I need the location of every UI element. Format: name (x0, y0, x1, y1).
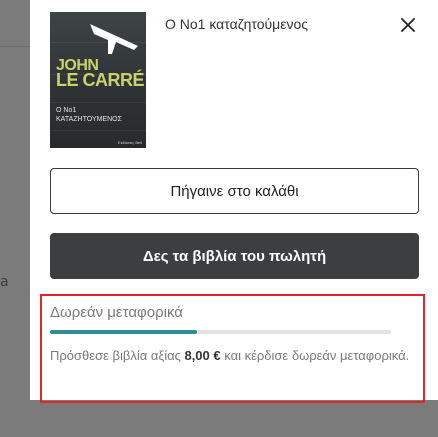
airplane-icon (90, 24, 138, 54)
go-to-cart-button[interactable]: Πήγαινε στο καλάθι (50, 168, 419, 214)
close-button[interactable] (398, 15, 418, 35)
cover-title: Ο Νο1 ΚΑΤΑΖΗΤΟΥΜΕΝΟΣ (56, 106, 122, 124)
seller-books-button[interactable]: Δες τα βιβλία του πωλητή (50, 233, 419, 279)
screen: a JOHN LE CARRÉ Ο Νο1 ΚΑΤΑΖΗΤΟΥΜΕΝΟΣ Εκδ… (0, 0, 438, 437)
cover-author-last: LE CARRÉ (56, 70, 145, 90)
message-prefix: Πρόσθεσε βιβλία αξίας (50, 348, 185, 363)
backdrop-text: a (0, 274, 9, 290)
backdrop-divider (0, 46, 30, 47)
remaining-amount: 8,00 € (184, 348, 221, 363)
cover-title-line2: ΚΑΤΑΖΗΤΟΥΜΕΝΟΣ (56, 116, 122, 123)
free-shipping-message: Πρόσθεσε βιβλία αξίας 8,00 € και κέρδισε… (50, 345, 415, 366)
close-icon (401, 18, 415, 32)
free-shipping-progress-fill (50, 330, 197, 334)
cover-author: JOHN LE CARRÉ (56, 58, 145, 90)
free-shipping-box: Δωρεάν μεταφορικά Πρόσθεσε βιβλία αξίας … (40, 294, 425, 403)
page-backdrop-bottom[interactable] (0, 400, 438, 437)
free-shipping-progress (50, 330, 391, 334)
cover-title-line1: Ο Νο1 (56, 107, 77, 114)
cart-drawer: JOHN LE CARRÉ Ο Νο1 ΚΑΤΑΖΗΤΟΥΜΕΝΟΣ Εκδόσ… (30, 0, 438, 403)
book-cover-image: JOHN LE CARRÉ Ο Νο1 ΚΑΤΑΖΗΤΟΥΜΕΝΟΣ Εκδόσ… (50, 12, 146, 148)
message-suffix: και κέρδισε δωρεάν μεταφορικά. (220, 348, 410, 363)
product-title: Ο Νο1 καταζητούμενος (165, 16, 309, 32)
page-backdrop[interactable]: a (0, 0, 30, 437)
cover-publisher: Εκδόσεις Bell (118, 140, 142, 145)
free-shipping-title: Δωρεάν μεταφορικά (50, 304, 183, 321)
